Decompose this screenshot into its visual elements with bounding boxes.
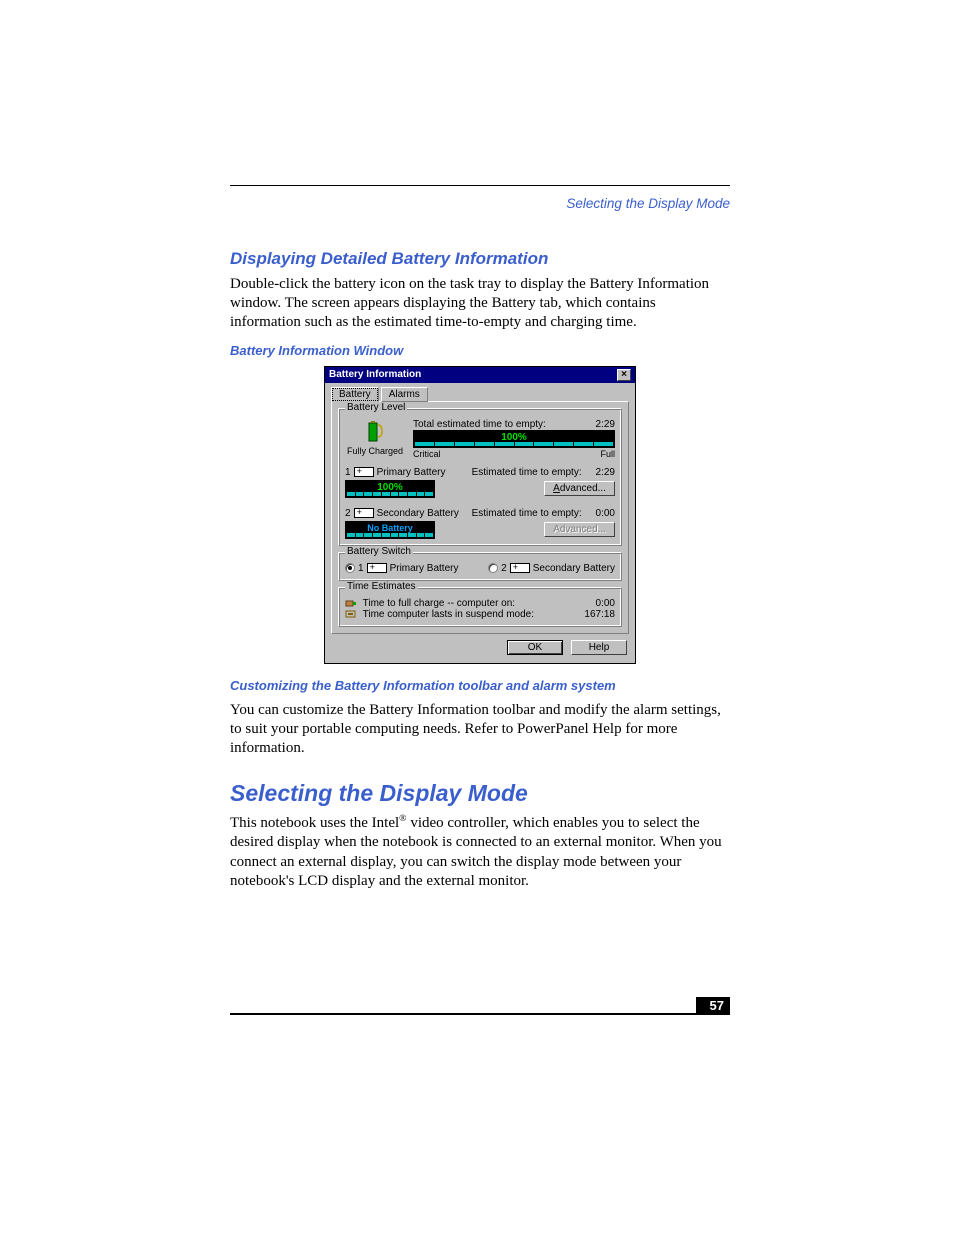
heading-battery-info: Displaying Detailed Battery Information — [230, 249, 730, 269]
group-time-estimates: Time Estimates Time to full charge -- co… — [338, 587, 622, 627]
group-title-level: Battery Level — [345, 402, 407, 413]
tab-panel: Battery Level Fully C — [331, 401, 629, 634]
secondary-meter: No Battery — [345, 521, 435, 539]
advanced-primary-button[interactable]: Advanced... — [544, 481, 615, 496]
para-display-mode: This notebook uses the Intel® video cont… — [230, 813, 730, 891]
tab-battery[interactable]: Battery — [331, 387, 379, 402]
dialog-figure: Battery Information × Battery Alarms Bat… — [230, 366, 730, 664]
primary-est-label: Estimated time to empty: — [472, 467, 582, 478]
secondary-est-value: 0:00 — [596, 508, 615, 519]
footer: 57 — [230, 1013, 730, 1015]
page-content: Selecting the Display Mode Displaying De… — [230, 185, 730, 899]
primary-meter: 100% — [345, 480, 435, 498]
total-est-label: Total estimated time to empty: — [413, 419, 546, 430]
figure-caption: Battery Information Window — [230, 343, 730, 358]
total-est-value: 2:29 — [596, 419, 615, 430]
scale-low: Critical — [413, 449, 441, 459]
total-meter: 100% — [413, 430, 615, 448]
est-row2-label: Time computer lasts in suspend mode: — [363, 609, 534, 620]
group-battery-level: Battery Level Fully C — [338, 408, 622, 546]
heading-customizing: Customizing the Battery Information tool… — [230, 678, 730, 693]
radio-secondary[interactable]: 2 Secondary Battery — [488, 563, 615, 574]
battery-icon — [366, 419, 384, 443]
group-title-switch: Battery Switch — [345, 546, 413, 557]
est-row2-value: 167:18 — [584, 609, 615, 620]
group-battery-switch: Battery Switch 1 Primary Battery 2 Secon… — [338, 552, 622, 581]
registered-symbol: ® — [399, 813, 406, 824]
battery-info-window: Battery Information × Battery Alarms Bat… — [324, 366, 636, 664]
close-icon[interactable]: × — [617, 369, 631, 381]
tab-alarms[interactable]: Alarms — [381, 387, 428, 402]
top-rule — [230, 185, 730, 186]
group-title-estimates: Time Estimates — [345, 581, 418, 592]
para-customizing: You can customize the Battery Informatio… — [230, 701, 730, 759]
help-button[interactable]: Help — [571, 640, 627, 655]
primary-pct: 100% — [346, 482, 434, 493]
battery-chip-icon — [354, 467, 374, 477]
titlebar: Battery Information × — [325, 367, 635, 383]
total-pct: 100% — [414, 432, 614, 443]
advanced-secondary-button: Advanced... — [544, 522, 615, 537]
primary-label: 1Primary Battery — [345, 467, 445, 478]
para-battery-info: Double-click the battery icon on the tas… — [230, 275, 730, 333]
radio-primary[interactable]: 1 Primary Battery — [345, 563, 458, 574]
running-header: Selecting the Display Mode — [230, 196, 730, 211]
est-row1-value: 0:00 — [596, 598, 615, 609]
secondary-label: 2Secondary Battery — [345, 508, 459, 519]
scale-high: Full — [600, 449, 615, 459]
ok-button[interactable]: OK — [507, 640, 563, 655]
plug-icon — [345, 598, 357, 608]
window-title: Battery Information — [329, 369, 421, 380]
page-number: 57 — [696, 997, 730, 1015]
heading-display-mode: Selecting the Display Mode — [230, 780, 730, 807]
est-row1-label: Time to full charge -- computer on: — [363, 598, 515, 609]
secondary-est-label: Estimated time to empty: — [472, 508, 582, 519]
battery-chip-icon — [367, 563, 387, 573]
battery-status: Fully Charged — [345, 446, 405, 456]
suspend-icon — [345, 609, 357, 619]
secondary-status: No Battery — [346, 523, 434, 533]
battery-chip-icon — [510, 563, 530, 573]
battery-chip-icon — [354, 508, 374, 518]
primary-est-value: 2:29 — [596, 467, 615, 478]
